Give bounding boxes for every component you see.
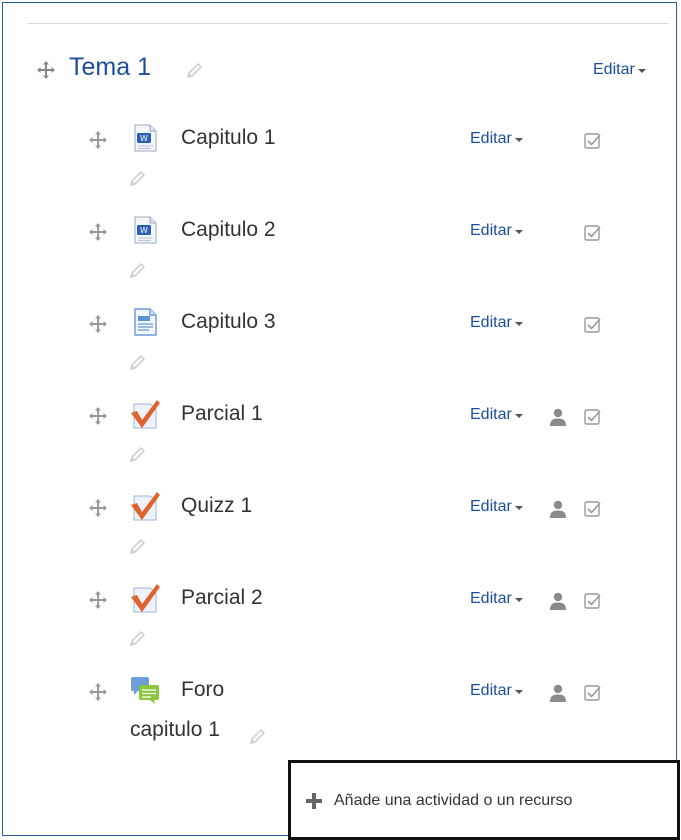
- edit-label: Editar: [470, 406, 512, 423]
- activity-item: Parcial 2 Editar: [0, 582, 681, 662]
- user-icon[interactable]: [548, 683, 568, 703]
- completion-checkbox-icon[interactable]: [584, 592, 602, 610]
- edit-label: Editar: [593, 61, 635, 78]
- activity-item: W Capitulo 2 Editar: [0, 214, 681, 294]
- chevron-down-icon: [637, 69, 646, 73]
- user-icon[interactable]: [548, 591, 568, 611]
- plus-icon: [304, 791, 324, 811]
- quiz-icon[interactable]: [129, 490, 161, 522]
- svg-text:W: W: [140, 226, 148, 235]
- page-document-icon[interactable]: [129, 306, 161, 338]
- activity-edit-menu[interactable]: Editar: [470, 130, 523, 148]
- activity-edit-menu[interactable]: Editar: [470, 590, 523, 608]
- chevron-down-icon: [514, 690, 523, 694]
- activity-name[interactable]: Capitulo 2: [181, 218, 276, 242]
- completion-checkbox-icon[interactable]: [584, 316, 602, 334]
- edit-label: Editar: [470, 222, 512, 239]
- chevron-down-icon: [514, 138, 523, 142]
- completion-checkbox-icon[interactable]: [584, 132, 602, 150]
- move-icon[interactable]: [88, 682, 108, 702]
- chevron-down-icon: [514, 230, 523, 234]
- move-icon[interactable]: [88, 222, 108, 242]
- activity-name[interactable]: Quizz 1: [181, 494, 252, 518]
- chevron-down-icon: [514, 322, 523, 326]
- section-edit-menu[interactable]: Editar: [593, 61, 646, 79]
- pencil-icon[interactable]: [128, 352, 148, 372]
- pencil-icon[interactable]: [128, 444, 148, 464]
- completion-checkbox-icon[interactable]: [584, 500, 602, 518]
- add-activity-highlight: Añade una actividad o un recurso: [288, 760, 680, 840]
- edit-label: Editar: [470, 498, 512, 515]
- svg-text:W: W: [140, 134, 148, 143]
- quiz-icon[interactable]: [129, 582, 161, 614]
- word-document-icon[interactable]: W: [129, 214, 161, 246]
- activity-name[interactable]: Capitulo 3: [181, 310, 276, 334]
- chevron-down-icon: [514, 598, 523, 602]
- quiz-icon[interactable]: [129, 398, 161, 430]
- completion-checkbox-icon[interactable]: [584, 684, 602, 702]
- section-header: Tema 1 Editar: [0, 50, 681, 90]
- activity-item: Parcial 1 Editar: [0, 398, 681, 478]
- activity-edit-menu[interactable]: Editar: [470, 222, 523, 240]
- activity-name[interactable]: Capitulo 1: [181, 126, 276, 150]
- activity-name[interactable]: Foro: [181, 678, 224, 702]
- edit-label: Editar: [470, 314, 512, 331]
- pencil-icon[interactable]: [185, 60, 205, 80]
- activity-edit-menu[interactable]: Editar: [470, 498, 523, 516]
- forum-icon[interactable]: [129, 674, 161, 706]
- section-title[interactable]: Tema 1: [69, 53, 151, 82]
- completion-checkbox-icon[interactable]: [584, 408, 602, 426]
- add-activity-button[interactable]: Añade una actividad o un recurso: [304, 791, 572, 811]
- user-icon[interactable]: [548, 499, 568, 519]
- activity-item: Foro capitulo 1 Editar: [0, 674, 681, 754]
- edit-label: Editar: [470, 130, 512, 147]
- chevron-down-icon: [514, 414, 523, 418]
- user-icon[interactable]: [548, 407, 568, 427]
- activity-item: Quizz 1 Editar: [0, 490, 681, 570]
- pencil-icon[interactable]: [128, 536, 148, 556]
- activity-edit-menu[interactable]: Editar: [470, 682, 523, 700]
- divider: [28, 23, 668, 24]
- pencil-icon[interactable]: [128, 168, 148, 188]
- move-icon[interactable]: [88, 498, 108, 518]
- add-activity-label: Añade una actividad o un recurso: [334, 792, 573, 809]
- move-icon[interactable]: [88, 130, 108, 150]
- activity-edit-menu[interactable]: Editar: [470, 406, 523, 424]
- move-icon[interactable]: [88, 314, 108, 334]
- edit-label: Editar: [470, 590, 512, 607]
- pencil-icon[interactable]: [248, 726, 268, 746]
- activity-item: Capitulo 3 Editar: [0, 306, 681, 386]
- chevron-down-icon: [514, 506, 523, 510]
- pencil-icon[interactable]: [128, 260, 148, 280]
- word-document-icon[interactable]: W: [129, 122, 161, 154]
- activity-name[interactable]: Parcial 1: [181, 402, 263, 426]
- pencil-icon[interactable]: [128, 628, 148, 648]
- move-icon[interactable]: [88, 590, 108, 610]
- move-icon[interactable]: [36, 60, 56, 80]
- activity-name-continued[interactable]: capitulo 1: [130, 718, 220, 742]
- edit-label: Editar: [470, 682, 512, 699]
- completion-checkbox-icon[interactable]: [584, 224, 602, 242]
- move-icon[interactable]: [88, 406, 108, 426]
- activity-item: W Capitulo 1 Editar: [0, 122, 681, 202]
- activity-name[interactable]: Parcial 2: [181, 586, 263, 610]
- activity-edit-menu[interactable]: Editar: [470, 314, 523, 332]
